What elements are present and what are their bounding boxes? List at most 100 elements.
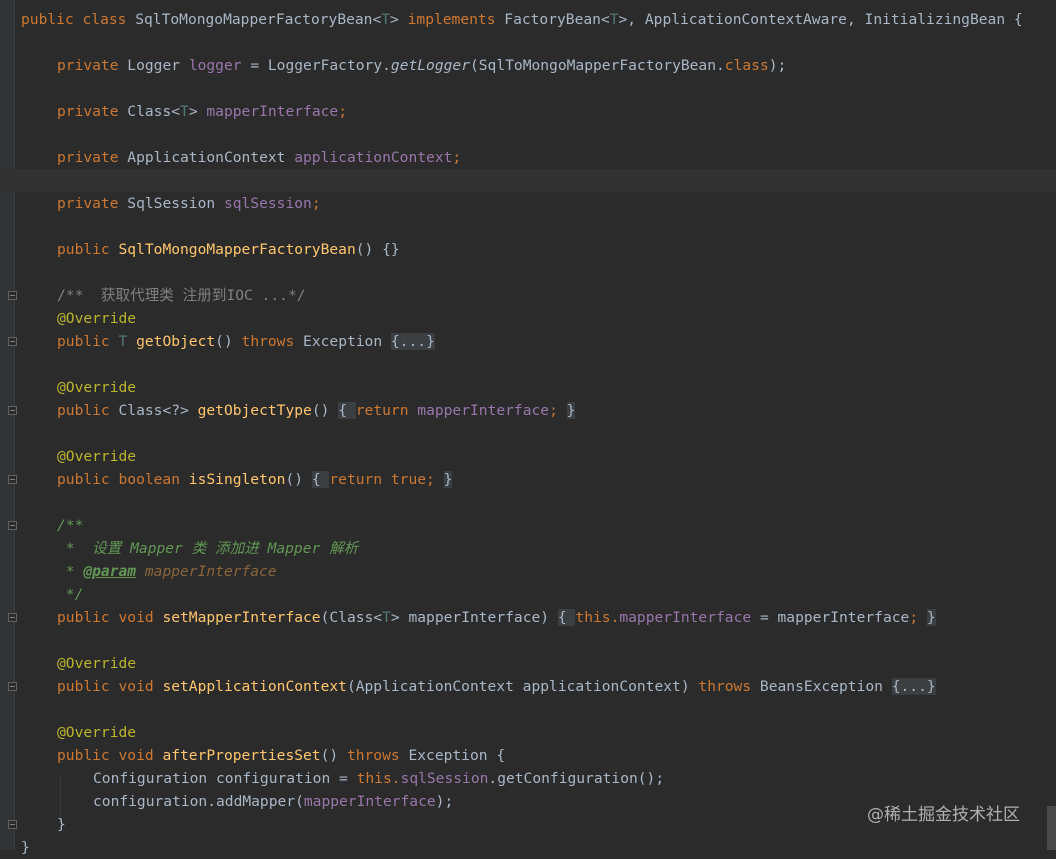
code-token: class	[724, 57, 769, 74]
code-token: ;	[452, 149, 462, 166]
code-token: mapperInterface	[144, 563, 277, 580]
fold-toggle-icon[interactable]	[8, 521, 17, 530]
scrollbar-thumb[interactable]	[1047, 806, 1056, 850]
code-line[interactable]: @Override	[0, 445, 1056, 468]
code-token: SqlToMongoMapperFactoryBean<	[135, 11, 382, 28]
fold-toggle-icon[interactable]	[8, 337, 17, 346]
folded-code-region[interactable]: {	[557, 609, 576, 626]
code-token: isSingleton	[188, 471, 286, 488]
code-token: mapperInterface	[206, 103, 339, 120]
code-token: );	[768, 57, 787, 74]
code-text: public SqlToMongoMapperFactoryBean() {}	[57, 238, 400, 261]
code-token: mapperInterface	[619, 609, 752, 626]
code-token: throws	[698, 678, 760, 695]
code-token: >	[188, 103, 207, 120]
code-line[interactable]: * @param mapperInterface	[0, 560, 1056, 583]
code-text: /**	[57, 514, 83, 537]
code-text: public boolean isSingleton() { return tr…	[57, 468, 453, 491]
folded-code-region[interactable]: }	[566, 402, 576, 419]
code-line[interactable]: public class SqlToMongoMapperFactoryBean…	[0, 8, 1056, 31]
code-token: public void	[57, 609, 163, 626]
code-text: @Override	[57, 376, 136, 399]
code-token: = LoggerFactory.	[241, 57, 391, 74]
code-token: ApplicationContext	[127, 149, 295, 166]
code-text: @Override	[57, 652, 136, 675]
code-text: /** 获取代理类 注册到IOC ...*/	[57, 284, 306, 307]
code-line[interactable]: public void setApplicationContext(Applic…	[0, 675, 1056, 698]
code-token: public	[57, 333, 119, 350]
folded-code-region[interactable]: {...}	[390, 333, 435, 350]
code-line[interactable]: * 设置 Mapper 类 添加进 Mapper 解析	[0, 537, 1056, 560]
code-line[interactable]: private ApplicationContext applicationCo…	[0, 146, 1056, 169]
code-token: T	[180, 103, 189, 120]
code-token: }	[21, 839, 30, 856]
code-line[interactable]: private Logger logger = LoggerFactory.ge…	[0, 54, 1056, 77]
code-token: > mapperInterface)	[390, 609, 558, 626]
fold-toggle-icon[interactable]	[8, 613, 17, 622]
code-token: sqlSession	[400, 770, 489, 787]
code-token: (SqlToMongoMapperFactoryBean.	[469, 57, 725, 74]
folded-code-region[interactable]: {...}	[891, 678, 936, 695]
code-line[interactable]: public T getObject() throws Exception {.…	[0, 330, 1056, 353]
code-text: @Override	[57, 721, 136, 744]
code-token: */	[57, 586, 84, 603]
code-line[interactable]: }	[0, 836, 1056, 859]
code-line[interactable]: @Override	[0, 652, 1056, 675]
code-token: ;	[549, 402, 567, 419]
folded-code-region[interactable]: }	[926, 609, 936, 626]
fold-toggle-icon[interactable]	[8, 820, 17, 829]
code-token: getLogger	[390, 57, 470, 74]
code-line[interactable]: private SqlSession sqlSession;	[0, 192, 1056, 215]
code-token: @param	[83, 563, 137, 580]
code-text: }	[21, 836, 30, 859]
code-token: private	[57, 149, 128, 166]
folded-code-region[interactable]: {	[311, 471, 330, 488]
code-token: Configuration configuration =	[93, 770, 357, 787]
code-token: .getConfiguration();	[488, 770, 665, 787]
code-token: Exception {	[408, 747, 506, 764]
code-text: private SqlSession sqlSession;	[57, 192, 321, 215]
code-token: return	[355, 402, 418, 419]
code-line[interactable]: public SqlToMongoMapperFactoryBean() {}	[0, 238, 1056, 261]
code-token: public boolean	[57, 471, 189, 488]
code-token: ;	[909, 609, 927, 626]
code-text: configuration.addMapper(mapperInterface)…	[93, 790, 453, 813]
fold-toggle-icon[interactable]	[8, 475, 17, 484]
code-token: implements	[407, 11, 505, 28]
code-token: Exception	[303, 333, 391, 350]
code-line[interactable]: @Override	[0, 376, 1056, 399]
code-line[interactable]: /** 获取代理类 注册到IOC ...*/	[0, 284, 1056, 307]
code-line[interactable]: /**	[0, 514, 1056, 537]
code-line[interactable]: public void afterPropertiesSet() throws …	[0, 744, 1056, 767]
code-text: public void afterPropertiesSet() throws …	[57, 744, 505, 767]
code-text: public Class<?> getObjectType() { return…	[57, 399, 576, 422]
code-editor[interactable]: public class SqlToMongoMapperFactoryBean…	[0, 0, 1056, 856]
code-line[interactable]: @Override	[0, 307, 1056, 330]
fold-toggle-icon[interactable]	[8, 291, 17, 300]
code-token: = mapperInterface	[751, 609, 910, 626]
code-line[interactable]: private Class<T> mapperInterface;	[0, 100, 1056, 123]
code-token: mapperInterface	[303, 793, 436, 810]
code-line[interactable]: */	[0, 583, 1056, 606]
code-token: public void	[57, 747, 163, 764]
code-text: Configuration configuration = this.sqlSe…	[93, 767, 664, 790]
code-text: */	[57, 583, 84, 606]
code-line[interactable]: @Override	[0, 721, 1056, 744]
code-token: ;	[338, 103, 347, 120]
code-line[interactable]: public boolean isSingleton() { return tr…	[0, 468, 1056, 491]
code-token: T	[118, 333, 137, 350]
fold-toggle-icon[interactable]	[8, 682, 17, 691]
code-line[interactable]: public void setMapperInterface(Class<T> …	[0, 606, 1056, 629]
code-token: *	[57, 563, 84, 580]
code-line[interactable]: public Class<?> getObjectType() { return…	[0, 399, 1056, 422]
code-line[interactable]: Configuration configuration = this.sqlSe…	[0, 767, 1056, 790]
code-token: throws	[346, 747, 409, 764]
code-token: (Class<	[320, 609, 383, 626]
code-token: afterPropertiesSet	[162, 747, 321, 764]
fold-toggle-icon[interactable]	[8, 406, 17, 415]
code-token: setMapperInterface	[162, 609, 321, 626]
folded-code-region[interactable]: }	[443, 471, 453, 488]
watermark: @稀土掘金技术社区	[867, 805, 1020, 825]
folded-code-region[interactable]: {	[338, 402, 356, 419]
code-text: public class SqlToMongoMapperFactoryBean…	[21, 8, 1023, 31]
